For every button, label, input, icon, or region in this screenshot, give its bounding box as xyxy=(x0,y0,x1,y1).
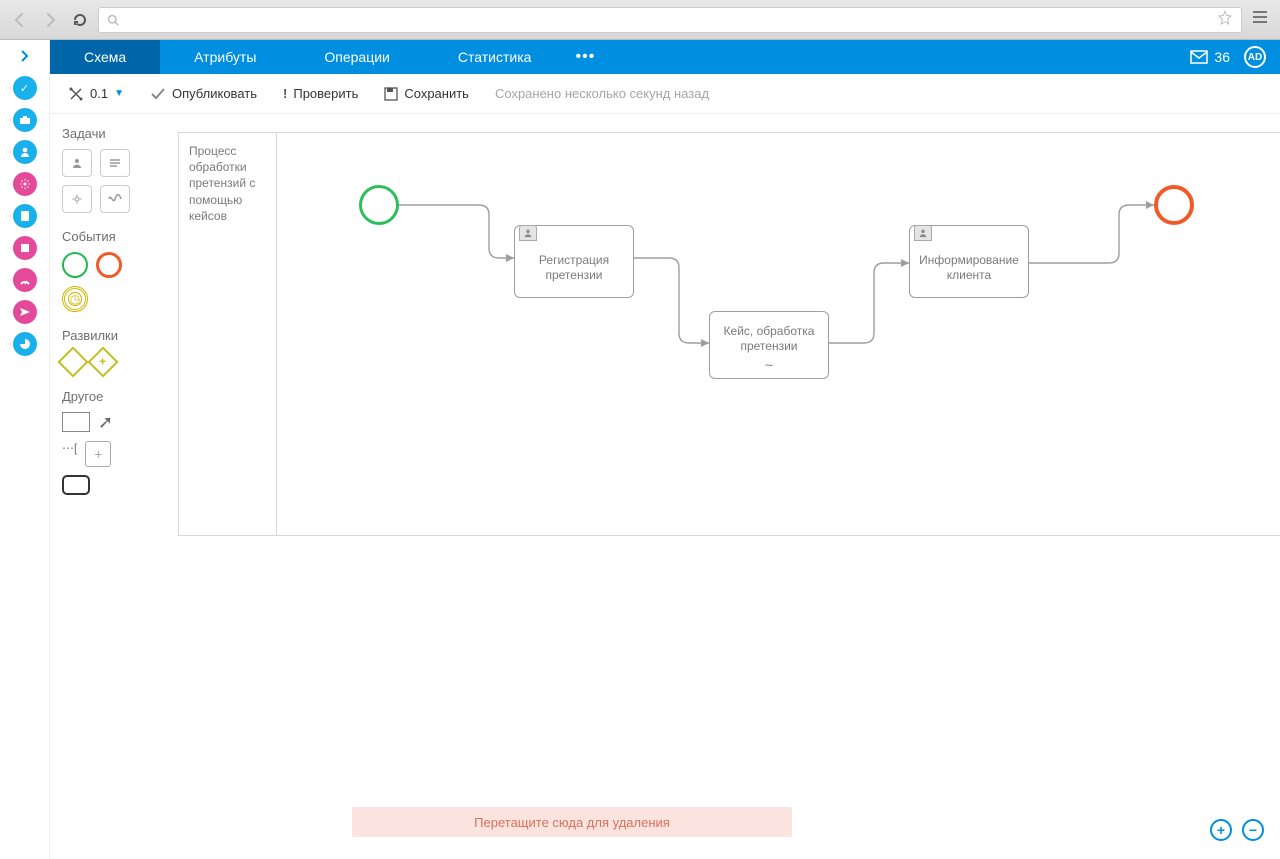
rail-icon-briefcase[interactable] xyxy=(13,108,37,132)
task-node-case[interactable]: Кейс, обработка претензии ∼ xyxy=(709,311,829,379)
address-bar[interactable] xyxy=(98,7,1242,33)
palette-start-event[interactable] xyxy=(62,252,88,278)
toolbar: 0.1 ▼ Опубликовать ! Проверить Сохранить… xyxy=(50,74,1280,114)
tab-stats[interactable]: Статистика xyxy=(424,40,566,74)
bookmark-star-icon[interactable] xyxy=(1217,10,1233,29)
left-rail: ✓ xyxy=(0,40,50,859)
branch-icon xyxy=(68,86,84,102)
save-icon xyxy=(384,87,398,101)
user-avatar[interactable]: AD xyxy=(1244,46,1266,68)
zoom-out-button[interactable]: − xyxy=(1242,819,1264,841)
version-selector[interactable]: 0.1 ▼ xyxy=(68,86,124,102)
check-label: Проверить xyxy=(293,86,358,101)
task-node-registration[interactable]: Регистрация претензии xyxy=(514,225,634,298)
save-button[interactable]: Сохранить xyxy=(384,86,469,101)
user-icon xyxy=(519,225,537,241)
rail-icon-gauge[interactable] xyxy=(13,268,37,292)
palette-service-task[interactable] xyxy=(62,185,92,213)
end-event-node[interactable] xyxy=(1154,185,1194,225)
rail-icon-send[interactable] xyxy=(13,300,37,324)
rail-icon-user[interactable] xyxy=(13,140,37,164)
browser-menu-button[interactable] xyxy=(1248,10,1272,29)
collapse-marker-icon: ∼ xyxy=(710,358,828,378)
rail-icon-pie[interactable] xyxy=(13,332,37,356)
palette-parallel-gateway[interactable]: + xyxy=(87,346,118,377)
browser-chrome xyxy=(0,0,1280,40)
palette-timer-event[interactable]: ◷ xyxy=(62,286,88,312)
task-label: Регистрация претензии xyxy=(515,241,633,297)
nav-back-button[interactable] xyxy=(8,8,32,32)
publish-button[interactable]: Опубликовать xyxy=(150,86,257,101)
exclaim-icon: ! xyxy=(283,86,287,101)
palette-tasks-title: Задачи xyxy=(62,126,148,141)
mail-count: 36 xyxy=(1214,49,1230,65)
palette-events-title: События xyxy=(62,229,148,244)
rail-icon-puzzle[interactable] xyxy=(13,236,37,260)
palette-subprocess-task[interactable] xyxy=(100,185,130,213)
zoom-in-button[interactable]: + xyxy=(1210,819,1232,841)
save-label: Сохранить xyxy=(404,86,469,101)
bpmn-canvas[interactable]: Процесс обработки претензий с помощью ке… xyxy=(178,132,1280,536)
task-label: Информирование клиента xyxy=(910,241,1028,297)
palette-expanded-subprocess[interactable]: + xyxy=(85,441,111,467)
search-icon xyxy=(107,14,119,26)
rail-icon-doc[interactable] xyxy=(13,204,37,228)
save-status: Сохранено несколько секунд назад xyxy=(495,86,709,101)
palette: Задачи События xyxy=(50,114,160,859)
palette-pool[interactable] xyxy=(62,412,90,432)
start-event-node[interactable] xyxy=(359,185,399,225)
tab-operations[interactable]: Операции xyxy=(290,40,424,74)
mail-badge[interactable]: 36 xyxy=(1190,49,1230,65)
mail-icon xyxy=(1190,50,1208,64)
tab-attributes[interactable]: Атрибуты xyxy=(160,40,290,74)
zoom-controls: + − xyxy=(1210,819,1264,841)
nav-reload-button[interactable] xyxy=(68,8,92,32)
palette-other-title: Другое xyxy=(62,389,148,404)
delete-drop-zone[interactable]: Перетащите сюда для удаления xyxy=(352,807,792,837)
palette-script-task[interactable] xyxy=(100,149,130,177)
palette-user-task[interactable] xyxy=(62,149,92,177)
rail-expand-toggle[interactable] xyxy=(5,44,45,68)
task-node-inform[interactable]: Информирование клиента xyxy=(909,225,1029,298)
tab-more-button[interactable]: ••• xyxy=(565,40,605,74)
palette-group[interactable] xyxy=(62,475,90,495)
canvas-holder: Процесс обработки претензий с помощью ке… xyxy=(160,114,1280,859)
publish-label: Опубликовать xyxy=(172,86,257,101)
check-button[interactable]: ! Проверить xyxy=(283,86,358,101)
pool-label[interactable]: Процесс обработки претензий с помощью ке… xyxy=(179,133,277,535)
palette-gateways-title: Развилки xyxy=(62,328,148,343)
clock-icon: ◷ xyxy=(70,292,80,306)
palette-connector[interactable]: ➚ xyxy=(98,412,113,433)
rail-icon-gear[interactable] xyxy=(13,172,37,196)
palette-exclusive-gateway[interactable] xyxy=(57,346,88,377)
palette-end-event[interactable] xyxy=(96,252,122,278)
rail-icon-check[interactable]: ✓ xyxy=(13,76,37,100)
version-label: 0.1 xyxy=(90,86,108,101)
tab-schema[interactable]: Схема xyxy=(50,40,160,74)
palette-annotation[interactable]: ⋯[ xyxy=(62,441,77,467)
topbar: Схема Атрибуты Операции Статистика ••• 3… xyxy=(50,40,1280,74)
user-icon xyxy=(914,225,932,241)
nav-forward-button[interactable] xyxy=(38,8,62,32)
check-icon xyxy=(150,88,166,100)
chevron-down-icon: ▼ xyxy=(114,88,124,99)
